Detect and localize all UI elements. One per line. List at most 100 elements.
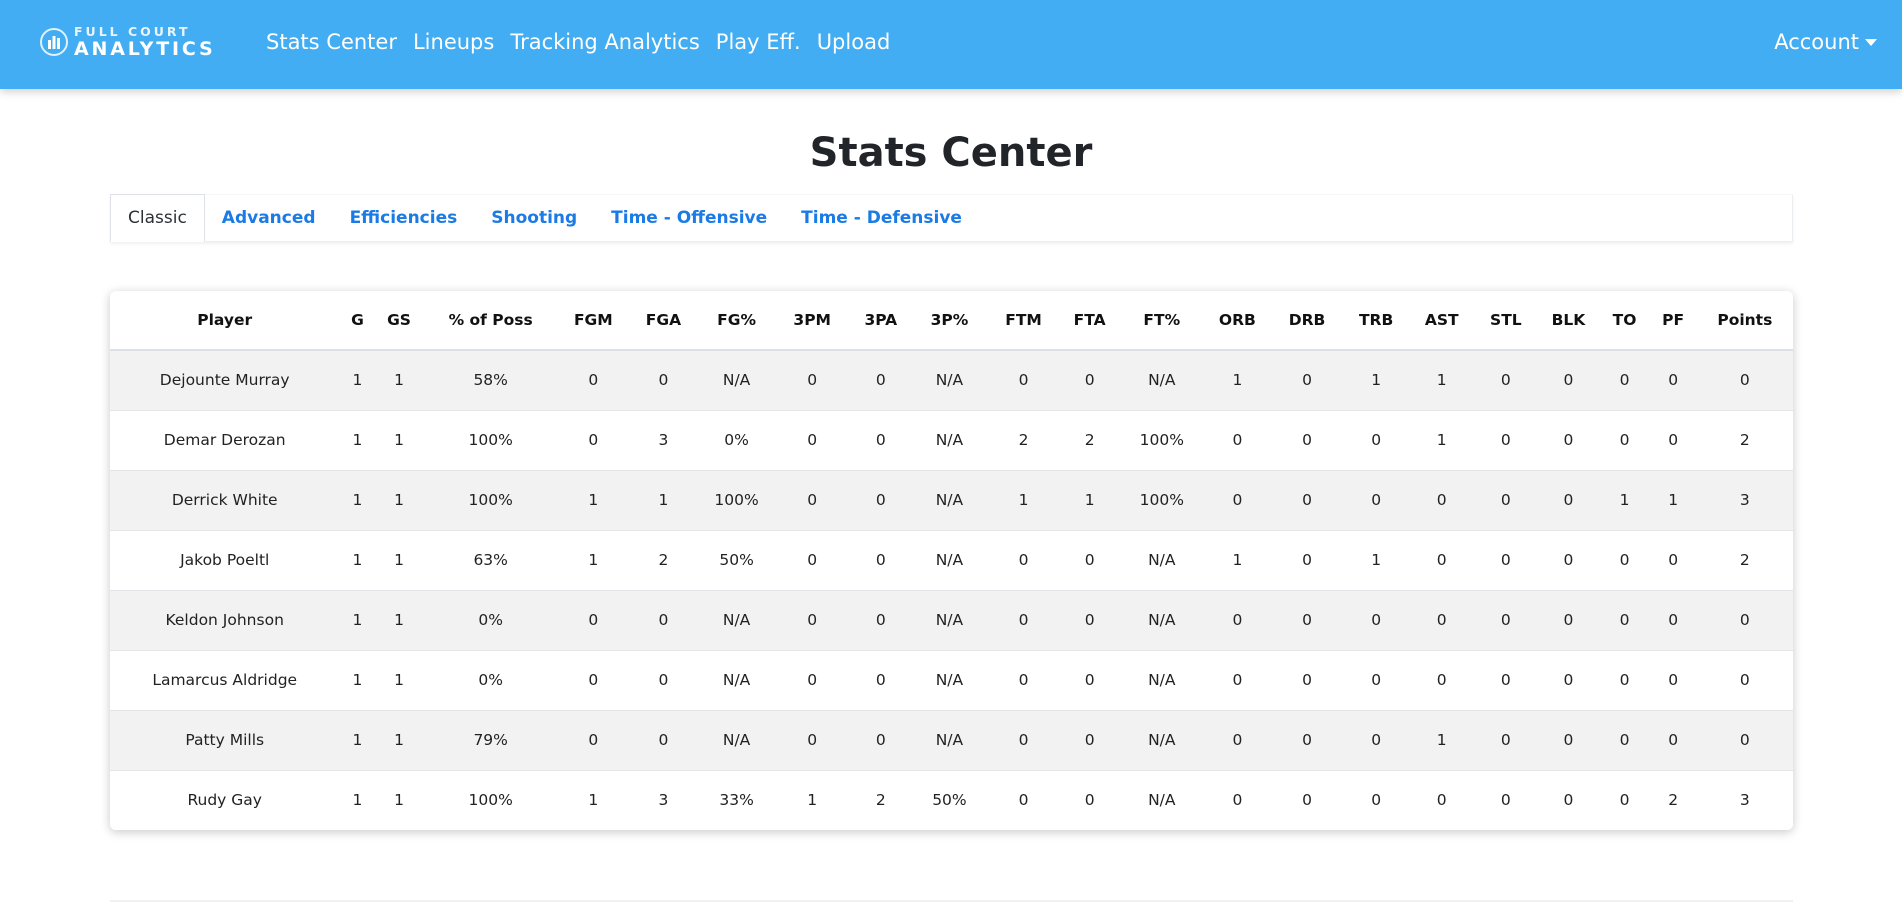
column-header[interactable]: 3PA	[850, 291, 912, 351]
stat-cell: 0	[1270, 709, 1344, 770]
column-header[interactable]: 3P%	[911, 291, 988, 351]
column-header[interactable]: GS	[375, 291, 423, 351]
nav-link-play-eff[interactable]: Play Eff.	[716, 30, 801, 54]
column-header[interactable]: FTM	[987, 291, 1060, 351]
stat-cell: 2	[1696, 409, 1793, 470]
stat-cell: 1	[1343, 349, 1410, 410]
tab-advanced[interactable]: Advanced	[205, 195, 333, 241]
stat-cell: 1	[558, 769, 628, 830]
column-header[interactable]: 3PM	[774, 291, 851, 351]
brand-logo-link[interactable]: FULL COURT ANALYTICS	[39, 24, 215, 59]
stat-cell: 100%	[422, 409, 559, 470]
stat-cell: 100%	[1119, 409, 1204, 470]
stat-cell: 0	[1649, 649, 1697, 710]
stat-cell: 2	[850, 769, 912, 830]
stat-cell: 0%	[699, 409, 775, 470]
column-header[interactable]: Player	[110, 291, 340, 351]
stat-cell: 0	[1474, 709, 1538, 770]
nav-link-upload[interactable]: Upload	[817, 30, 891, 54]
stat-cell: 1	[1409, 409, 1475, 470]
stat-cell: 1	[1203, 349, 1271, 410]
stat-cell: 0	[1649, 589, 1697, 650]
player-name-cell: Demar Derozan	[110, 409, 340, 470]
stat-cell: 0	[774, 409, 851, 470]
bar-chart-logo-icon	[40, 28, 68, 57]
nav-link-stats-center[interactable]: Stats Center	[266, 30, 397, 54]
stat-cell: N/A	[699, 589, 775, 650]
player-name-cell: Rudy Gay	[110, 769, 340, 830]
stat-cell: N/A	[1119, 589, 1204, 650]
tab-time-offensive[interactable]: Time - Offensive	[594, 195, 784, 241]
stat-cell: 50%	[699, 529, 775, 590]
stat-cell: 2	[627, 529, 700, 590]
tab-shooting[interactable]: Shooting	[474, 195, 594, 241]
tab-classic[interactable]: Classic	[110, 194, 205, 242]
nav-link-lineups[interactable]: Lineups	[413, 30, 494, 54]
stat-cell: 0	[774, 589, 851, 650]
nav-links: Stats Center Lineups Tracking Analytics …	[266, 30, 906, 54]
column-header[interactable]: ORB	[1203, 291, 1271, 351]
column-header[interactable]: AST	[1409, 291, 1475, 351]
stat-cell: 0	[850, 469, 912, 530]
column-header[interactable]: STL	[1474, 291, 1538, 351]
stat-cell: 1	[1599, 469, 1650, 530]
stat-cell: N/A	[911, 469, 988, 530]
table-body: Dejounte Murray 1 1 58% 0 0 N/A 0 0 N/A 0 0 N/A 1 0 1 1 0…	[110, 349, 1793, 830]
nav-link-tracking-analytics[interactable]: Tracking Analytics	[510, 30, 699, 54]
stat-cell: 100%	[422, 769, 559, 830]
stat-cell: 0	[987, 589, 1060, 650]
stat-cell: 0	[1059, 589, 1120, 650]
stat-cell: 100%	[422, 469, 559, 530]
stat-cell: 0%	[422, 589, 559, 650]
stat-cell: 1	[375, 469, 423, 530]
stat-cell: 0	[1474, 349, 1538, 410]
account-dropdown[interactable]: Account	[1774, 30, 1877, 54]
column-header[interactable]: DRB	[1270, 291, 1344, 351]
column-header[interactable]: TO	[1599, 291, 1650, 351]
stat-cell: 1	[375, 529, 423, 590]
stat-cell: 0	[627, 589, 700, 650]
stat-cell: 0	[1537, 349, 1600, 410]
stat-cell: 1	[1059, 469, 1120, 530]
stat-cell: 0	[1537, 649, 1600, 710]
column-header[interactable]: FT%	[1119, 291, 1204, 351]
stat-cell: 100%	[699, 469, 775, 530]
brand-top-text: FULL COURT	[74, 24, 191, 39]
bottom-divider	[110, 900, 1793, 902]
stat-cell: 0	[1599, 769, 1650, 830]
stat-cell: 1	[339, 589, 376, 650]
player-name-cell: Keldon Johnson	[110, 589, 340, 650]
stat-cell: N/A	[1119, 709, 1204, 770]
column-header[interactable]: FGA	[627, 291, 700, 351]
column-header[interactable]: PF	[1649, 291, 1697, 351]
column-header[interactable]: BLK	[1537, 291, 1600, 351]
stat-cell: 0	[1537, 529, 1600, 590]
column-header[interactable]: TRB	[1343, 291, 1410, 351]
column-header[interactable]: % of Poss	[422, 291, 559, 351]
tab-efficiencies[interactable]: Efficiencies	[333, 195, 475, 241]
table-row: Derrick White 1 1 100% 1 1 100% 0 0 N/A 1 1 100% 0 0 0 0…	[110, 469, 1793, 530]
stat-cell: 0	[850, 709, 912, 770]
stat-cell: 0	[1203, 589, 1271, 650]
stat-cell: 0	[1696, 709, 1793, 770]
stat-cell: 0	[1599, 409, 1650, 470]
stat-cell: 1	[558, 529, 628, 590]
account-label: Account	[1774, 30, 1859, 54]
stat-cell: N/A	[911, 409, 988, 470]
stat-cell: 2	[987, 409, 1060, 470]
stat-cell: 1	[339, 709, 376, 770]
column-header[interactable]: FTA	[1059, 291, 1120, 351]
stat-cell: 0	[1203, 709, 1271, 770]
stat-cell: 0	[627, 349, 700, 410]
stat-cell: N/A	[699, 649, 775, 710]
stat-cell: 0	[1696, 589, 1793, 650]
stat-cell: 0	[1059, 709, 1120, 770]
column-header[interactable]: G	[339, 291, 376, 351]
column-header[interactable]: FG%	[699, 291, 775, 351]
stat-cell: 0	[774, 529, 851, 590]
stat-cell: 0	[1599, 349, 1650, 410]
column-header[interactable]: Points	[1696, 291, 1793, 351]
table-row: Jakob Poeltl 1 1 63% 1 2 50% 0 0 N/A 0 0 N/A 1 0 1 0 0 0 0 0…	[110, 529, 1793, 590]
tab-time-defensive[interactable]: Time - Defensive	[784, 195, 979, 241]
column-header[interactable]: FGM	[558, 291, 628, 351]
